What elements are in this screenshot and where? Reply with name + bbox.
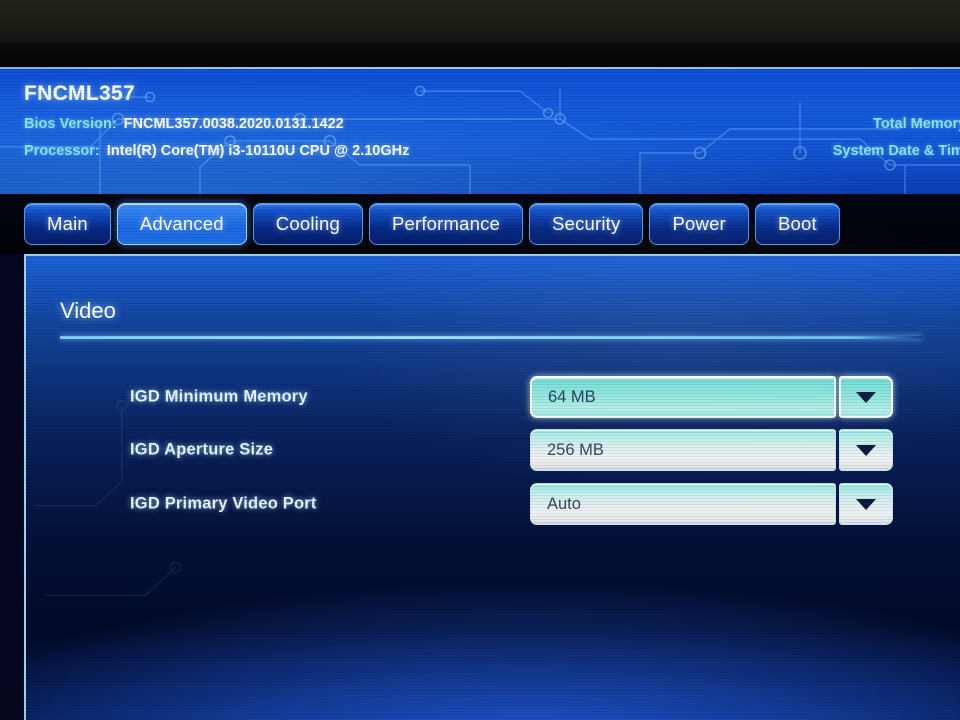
tab-performance[interactable]: Performance [368,203,524,245]
chevron-down-glyph [856,444,876,456]
tab-cooling[interactable]: Cooling [252,203,363,245]
chevron-down-icon[interactable] [839,429,893,471]
section-title: Video [60,298,116,323]
tab-list: Main Advanced Cooling Performance Security Po… [24,203,840,245]
monitor-bezel-inner [0,42,960,69]
system-name: FNCML357 [24,82,135,105]
processor-value: Intel(R) Core(TM) i3-10110U CPU @ 2.10GH… [106,143,410,159]
section-divider [60,336,922,339]
tab-label: Advanced [139,213,224,234]
dropdown-igd-aperture-size[interactable]: 256 MB [530,429,893,471]
tab-boot[interactable]: Boot [754,203,840,245]
settings-panel: Video IGD Minimum Memory 64 MB IGD Apertur… [24,254,960,720]
chevron-down-glyph [856,391,876,403]
bios-version-value: FNCML357.0038.2020.0131.1422 [123,116,344,132]
tab-label: Cooling [275,213,340,234]
setting-row-igd-minimum-memory: IGD Minimum Memory 64 MB [26,374,960,420]
chevron-down-icon[interactable] [839,483,893,525]
dropdown-value-igd-aperture-size[interactable]: 256 MB [530,429,836,471]
bios-header: FNCML357 Bios Version: FNCML357.0038.2020… [0,69,960,194]
dropdown-value-igd-primary-video-port[interactable]: Auto [530,483,836,525]
bios-version-row: Bios Version: FNCML357.0038.2020.0131.142… [24,116,344,132]
tab-advanced[interactable]: Advanced [116,203,247,245]
tab-label: Security [552,213,621,234]
tab-strip: Main Advanced Cooling Performance Security Po… [0,194,960,254]
chevron-down-glyph [856,498,876,510]
tab-label: Main [47,213,88,234]
total-memory-label: Total Memory: [873,116,960,132]
system-datetime-row: System Date & Time:02/20 [833,143,960,159]
setting-label-igd-primary-video-port: IGD Primary Video Port [130,494,317,513]
tab-power[interactable]: Power [649,203,749,245]
tab-main[interactable]: Main [24,203,111,245]
setting-row-igd-primary-video-port: IGD Primary Video Port Auto [26,481,960,527]
tab-label: Boot [777,213,817,234]
dropdown-igd-primary-video-port[interactable]: Auto [530,483,893,525]
processor-row: Processor: Intel(R) Core(TM) i3-10110U CP… [24,143,409,159]
system-datetime-label: System Date & Time: [832,143,960,159]
chevron-down-icon[interactable] [839,376,893,418]
dropdown-igd-minimum-memory[interactable]: 64 MB [530,376,893,418]
setting-label-igd-minimum-memory: IGD Minimum Memory [130,387,308,406]
bios-screen-photo: FNCML357 Bios Version: FNCML357.0038.2020… [0,0,960,720]
tab-label: Performance [391,213,501,234]
setting-row-igd-aperture-size: IGD Aperture Size 256 MB [26,427,960,473]
bios-version-label: Bios Version: [24,116,117,132]
tab-label: Power [672,213,726,234]
monitor-bezel-top [0,0,960,42]
tab-security[interactable]: Security [529,203,644,245]
bios-screen: FNCML357 Bios Version: FNCML357.0038.2020… [0,69,960,720]
setting-label-igd-aperture-size: IGD Aperture Size [130,440,274,459]
total-memory-row: Total Memory:16 GB [873,116,960,132]
processor-label: Processor: [24,143,100,159]
dropdown-value-igd-minimum-memory[interactable]: 64 MB [530,376,836,418]
